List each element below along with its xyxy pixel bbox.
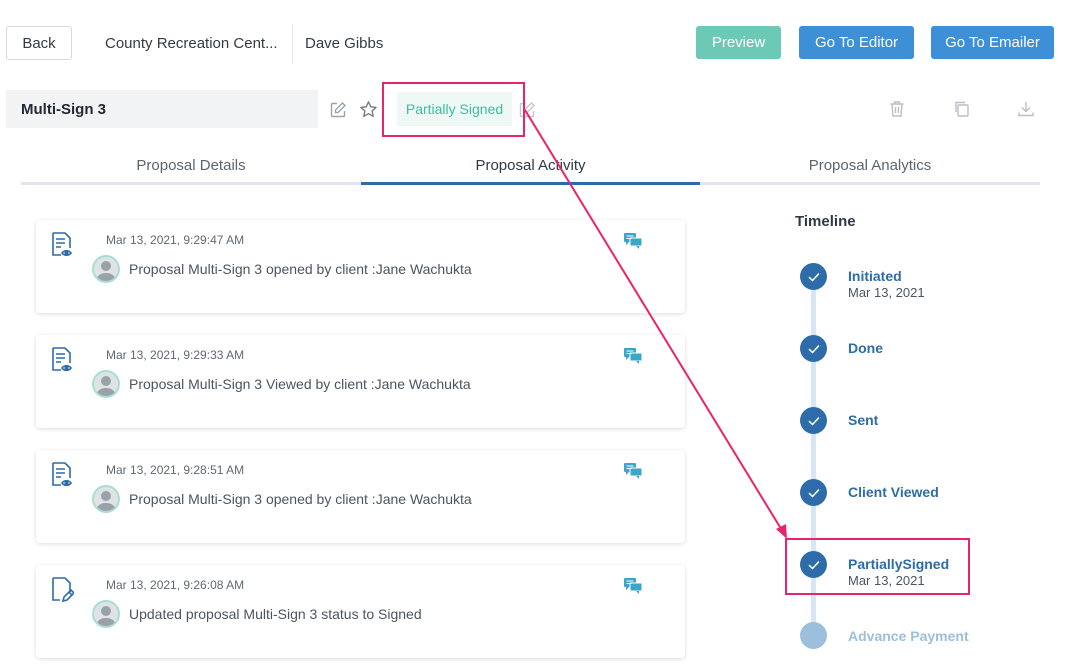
timeline-check-icon bbox=[800, 479, 827, 506]
timeline-check-icon bbox=[800, 407, 827, 434]
back-button[interactable]: Back bbox=[6, 26, 72, 60]
breadcrumb-divider bbox=[292, 24, 293, 64]
avatar bbox=[92, 255, 120, 283]
proposal-title: Multi-Sign 3 bbox=[6, 90, 318, 128]
tab-proposal-analytics[interactable]: Proposal Analytics bbox=[700, 145, 1040, 185]
document-edit-icon bbox=[50, 576, 76, 609]
activity-timestamp: Mar 13, 2021, 9:28:51 AM bbox=[106, 463, 245, 477]
timeline-highlight-box bbox=[785, 538, 970, 595]
activity-timestamp: Mar 13, 2021, 9:29:47 AM bbox=[106, 233, 245, 247]
comment-icon[interactable] bbox=[623, 462, 643, 485]
go-to-editor-button[interactable]: Go To Editor bbox=[799, 26, 914, 59]
document-view-icon bbox=[50, 461, 74, 494]
comment-icon[interactable] bbox=[623, 577, 643, 600]
timeline-step-label: Done bbox=[848, 340, 883, 356]
activity-card: Mar 13, 2021, 9:29:47 AM Proposal Multi-… bbox=[36, 220, 685, 313]
edit-title-icon[interactable] bbox=[329, 101, 347, 124]
activity-timestamp: Mar 13, 2021, 9:29:33 AM bbox=[106, 348, 245, 362]
activity-message: Proposal Multi-Sign 3 opened by client :… bbox=[129, 491, 472, 507]
tab-proposal-activity[interactable]: Proposal Activity bbox=[361, 145, 700, 185]
download-icon[interactable] bbox=[1017, 100, 1035, 123]
activity-message: Proposal Multi-Sign 3 opened by client :… bbox=[129, 261, 472, 277]
avatar bbox=[92, 370, 120, 398]
activity-card: Mar 13, 2021, 9:29:33 AM Proposal Multi-… bbox=[36, 335, 685, 428]
timeline-title: Timeline bbox=[795, 213, 856, 230]
breadcrumb-client[interactable]: County Recreation Cent... bbox=[105, 35, 280, 52]
activity-message: Updated proposal Multi-Sign 3 status to … bbox=[129, 606, 422, 622]
timeline-step-label: Advance Payment bbox=[848, 628, 969, 644]
timeline-check-icon bbox=[800, 263, 827, 290]
avatar bbox=[92, 485, 120, 513]
timeline-check-icon bbox=[800, 335, 827, 362]
status-highlight-box bbox=[382, 82, 525, 137]
trash-icon[interactable] bbox=[889, 100, 905, 123]
document-view-icon bbox=[50, 346, 74, 379]
activity-message: Proposal Multi-Sign 3 Viewed by client :… bbox=[129, 376, 471, 392]
comment-icon[interactable] bbox=[623, 232, 643, 255]
breadcrumb-user: Dave Gibbs bbox=[305, 35, 384, 52]
timeline-pending-dot bbox=[800, 622, 827, 649]
go-to-emailer-button[interactable]: Go To Emailer bbox=[931, 26, 1054, 59]
tab-proposal-details[interactable]: Proposal Details bbox=[21, 145, 361, 185]
timeline-step-label: Sent bbox=[848, 412, 879, 428]
activity-card: Mar 13, 2021, 9:26:08 AM Updated proposa… bbox=[36, 565, 685, 658]
comment-icon[interactable] bbox=[623, 347, 643, 370]
activity-card: Mar 13, 2021, 9:28:51 AM Proposal Multi-… bbox=[36, 450, 685, 543]
preview-button[interactable]: Preview bbox=[696, 26, 781, 59]
timeline-step-date: Mar 13, 2021 bbox=[848, 285, 925, 300]
timeline-step-label: Initiated bbox=[848, 268, 902, 284]
activity-timestamp: Mar 13, 2021, 9:26:08 AM bbox=[106, 578, 245, 592]
copy-icon[interactable] bbox=[953, 100, 971, 123]
avatar bbox=[92, 600, 120, 628]
star-icon[interactable] bbox=[359, 100, 378, 124]
timeline-step-label: Client Viewed bbox=[848, 484, 939, 500]
document-view-icon bbox=[50, 231, 74, 264]
tab-active-indicator bbox=[361, 182, 700, 185]
